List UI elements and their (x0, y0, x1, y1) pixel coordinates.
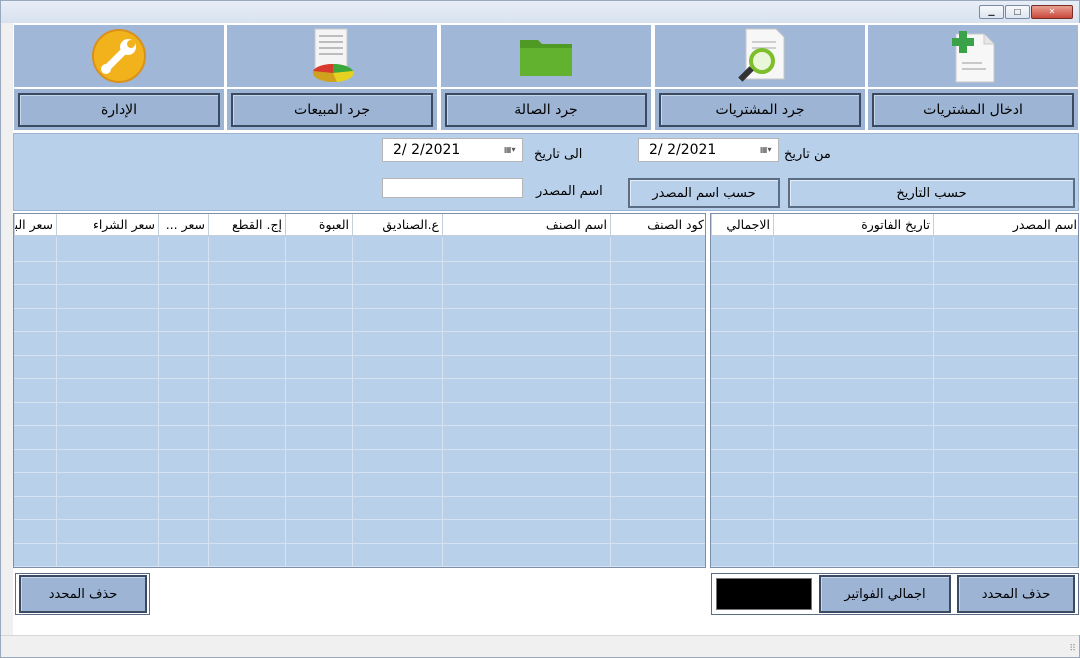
column-header[interactable]: سعر ... (158, 214, 208, 236)
report-chart-icon[interactable] (227, 25, 437, 89)
grid-row-line (711, 542, 1078, 544)
resize-grip-icon[interactable]: ⠿ (1069, 644, 1076, 654)
grid-row-line (711, 519, 1078, 520)
folder-icon[interactable] (441, 25, 651, 89)
maximize-icon[interactable]: □ (1005, 5, 1030, 19)
grid-row-line (711, 448, 1078, 450)
grid-row-line (14, 260, 705, 262)
toolbar-tiles: ادخال المشتريات جرد المشتريات جرد الصالة… (13, 24, 1079, 131)
invoices-grid-header: اسم المصدر تاريخ الفاتورة الاجمالي (711, 214, 1078, 236)
source-name-input[interactable] (382, 178, 523, 198)
sales-inventory-button[interactable]: جرد المبيعات (231, 93, 433, 127)
source-name-label: اسم المصدر (536, 184, 603, 199)
grid-column-line (773, 237, 774, 567)
column-header[interactable]: تاريخ الفاتورة (773, 214, 933, 236)
wrench-icon[interactable] (14, 25, 224, 89)
grid-row-line (14, 331, 705, 332)
grid-row-line (14, 519, 705, 520)
hall-inventory-button[interactable]: جرد الصالة (445, 93, 647, 127)
main-panel: ادخال المشتريات جرد المشتريات جرد الصالة… (13, 23, 1080, 635)
from-date-picker[interactable]: 2/ 2/2021 ▦▾ (638, 138, 779, 162)
add-document-icon[interactable] (868, 25, 1078, 89)
app-window: ▁ □ ✕ ادخال المشتريات جرد المشتريات جرد … (0, 0, 1080, 658)
grid-row-line (711, 260, 1078, 262)
grid-row-line (711, 425, 1078, 426)
delete-selected-invoice-button[interactable]: حذف المحدد (957, 575, 1075, 613)
filter-panel: من تاريخ 2/ 2/2021 ▦▾ الى تاريخ 2/ 2/202… (13, 133, 1079, 211)
tile-sales-inventory: جرد المبيعات (226, 24, 438, 131)
grid-row-line (14, 566, 705, 567)
administration-button[interactable]: الإدارة (18, 93, 220, 127)
column-header[interactable]: اسم الصنف (442, 214, 610, 236)
filter-by-date-button[interactable]: حسب التاريخ (788, 178, 1075, 208)
column-header[interactable]: كود الصنف (610, 214, 705, 236)
grid-column-line (610, 237, 611, 567)
grid-column-line (208, 237, 209, 567)
grid-column-line (56, 237, 57, 567)
to-date-label: الى تاريخ (534, 147, 583, 162)
minimize-icon[interactable]: ▁ (979, 5, 1004, 19)
grid-row-line (711, 307, 1078, 309)
grid-row-line (14, 284, 705, 285)
grid-row-line (711, 284, 1078, 285)
title-bar: ▁ □ ✕ (1, 1, 1079, 23)
items-grid-body[interactable] (14, 237, 705, 567)
delete-selected-item-button[interactable]: حذف المحدد (19, 575, 147, 613)
grid-row-line (711, 495, 1078, 497)
calendar-dropdown-icon[interactable]: ▦▾ (504, 145, 518, 155)
grid-row-line (711, 566, 1078, 567)
invoices-total-value (716, 578, 812, 610)
to-date-value: 2/ 2/2021 (393, 142, 461, 158)
grid-row-line (14, 401, 705, 403)
grid-row-line (14, 378, 705, 379)
invoices-grid-body[interactable] (711, 237, 1078, 567)
grid-row-line (14, 495, 705, 497)
column-header[interactable]: سعر الشراء (56, 214, 158, 236)
items-grid[interactable]: كود الصنف اسم الصنف ع.الصناديق العبوة إج… (13, 213, 706, 568)
from-date-label: من تاريخ (784, 147, 831, 162)
grid-row-line (711, 378, 1078, 379)
tile-purchases-entry: ادخال المشتريات (867, 24, 1079, 131)
invoices-grid[interactable]: اسم المصدر تاريخ الفاتورة الاجمالي (710, 213, 1079, 568)
to-date-picker[interactable]: 2/ 2/2021 ▦▾ (382, 138, 523, 162)
grid-column-line (158, 237, 159, 567)
grid-column-line (933, 237, 934, 567)
grid-column-line (285, 237, 286, 567)
column-header[interactable]: اسم المصدر (933, 214, 1078, 236)
grid-row-line (14, 542, 705, 544)
purchases-inventory-button[interactable]: جرد المشتريات (659, 93, 861, 127)
column-header[interactable]: العبوة (285, 214, 352, 236)
column-header[interactable]: سعر البيع (14, 214, 56, 236)
calendar-dropdown-icon[interactable]: ▦▾ (760, 145, 774, 155)
tile-purchases-inventory: جرد المشتريات (654, 24, 866, 131)
grid-column-line (442, 237, 443, 567)
status-bar: ⠿ (1, 635, 1079, 657)
grid-row-line (14, 307, 705, 309)
invoices-total-button[interactable]: اجمالي الفواتير (819, 575, 951, 613)
items-grid-header: كود الصنف اسم الصنف ع.الصناديق العبوة إج… (14, 214, 705, 236)
grid-row-line (14, 425, 705, 426)
from-date-value: 2/ 2/2021 (649, 142, 717, 158)
column-header[interactable]: إج. القطع (208, 214, 285, 236)
grid-row-line (711, 354, 1078, 356)
grid-row-line (711, 401, 1078, 403)
column-header[interactable]: الاجمالي (711, 214, 773, 236)
grid-row-line (14, 448, 705, 450)
tile-administration: الإدارة (13, 24, 225, 131)
grid-row-line (711, 331, 1078, 332)
filter-by-source-button[interactable]: حسب اسم المصدر (628, 178, 780, 208)
grid-row-line (14, 354, 705, 356)
grid-column-line (352, 237, 353, 567)
magnifier-document-icon[interactable] (655, 25, 865, 89)
grid-row-line (14, 472, 705, 473)
close-icon[interactable]: ✕ (1031, 5, 1073, 19)
purchases-entry-button[interactable]: ادخال المشتريات (872, 93, 1074, 127)
tile-hall-inventory: جرد الصالة (440, 24, 652, 131)
grid-row-line (711, 472, 1078, 473)
column-header[interactable]: ع.الصناديق (352, 214, 442, 236)
